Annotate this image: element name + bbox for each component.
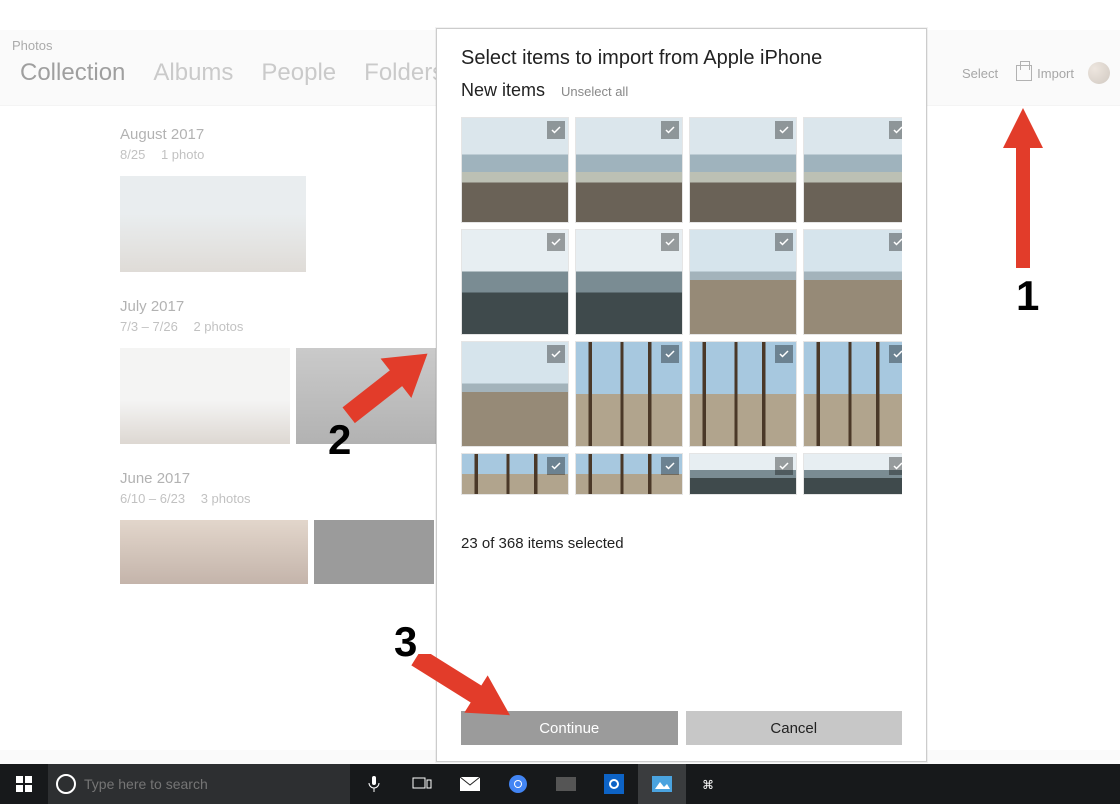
import-thumbnail[interactable]: [461, 117, 569, 223]
month-date-range: 8/25: [120, 147, 145, 162]
taskbar-app-photos[interactable]: [638, 764, 686, 804]
month-photo-count: 2 photos: [193, 319, 243, 334]
thumbnail-checkbox[interactable]: [775, 233, 793, 251]
month-photo-count: 3 photos: [201, 491, 251, 506]
annotation-arrow-1: [998, 108, 1048, 278]
annotation-arrow-3: [406, 654, 546, 754]
task-view-icon[interactable]: [398, 764, 446, 804]
import-thumbnail[interactable]: [461, 453, 569, 495]
import-grid: [461, 111, 902, 521]
annotation-number-2: 2: [328, 416, 351, 464]
windows-taskbar: ⌘: [0, 764, 1120, 804]
import-button-label: Import: [1037, 66, 1074, 81]
tab-collection[interactable]: Collection: [20, 59, 125, 87]
modal-title: Select items to import from Apple iPhone: [461, 47, 902, 70]
thumbnail-checkbox[interactable]: [889, 233, 902, 251]
import-button[interactable]: Import: [1016, 65, 1074, 81]
thumbnail-checkbox[interactable]: [547, 457, 565, 475]
cancel-button[interactable]: Cancel: [686, 711, 903, 745]
photo-thumbnail[interactable]: [120, 520, 308, 584]
month-photo-count: 1 photo: [161, 147, 204, 162]
import-thumbnail[interactable]: [689, 341, 797, 447]
import-thumbnail[interactable]: [575, 117, 683, 223]
annotation-number-3: 3: [394, 618, 417, 666]
thumbnail-checkbox[interactable]: [775, 345, 793, 363]
photo-thumbnail[interactable]: [120, 348, 290, 444]
import-icon: [1016, 65, 1032, 81]
tab-folders[interactable]: Folders: [364, 59, 444, 87]
import-thumbnail[interactable]: [803, 453, 902, 495]
thumbnail-checkbox[interactable]: [661, 457, 679, 475]
thumbnail-checkbox[interactable]: [775, 121, 793, 139]
svg-text:⌘: ⌘: [702, 778, 714, 792]
import-thumbnail[interactable]: [689, 229, 797, 335]
month-date-range: 6/10 – 6/23: [120, 491, 185, 506]
modal-subtitle: New items: [461, 80, 545, 101]
unselect-all-link[interactable]: Unselect all: [561, 84, 628, 99]
annotation-number-1: 1: [1016, 272, 1039, 320]
import-thumbnail[interactable]: [689, 117, 797, 223]
thumbnail-checkbox[interactable]: [661, 345, 679, 363]
thumbnail-checkbox[interactable]: [889, 457, 902, 475]
start-button[interactable]: [0, 764, 48, 804]
photo-thumbnail[interactable]: [314, 520, 434, 584]
import-thumbnail[interactable]: [803, 229, 902, 335]
select-button[interactable]: Select: [962, 66, 998, 81]
search-input[interactable]: [84, 776, 342, 792]
microphone-icon[interactable]: [350, 764, 398, 804]
import-thumbnail[interactable]: [575, 453, 683, 495]
tab-albums[interactable]: Albums: [153, 59, 233, 87]
taskbar-app-chrome[interactable]: [494, 764, 542, 804]
annotation-arrow-2: [340, 320, 480, 450]
import-thumbnail[interactable]: [575, 341, 683, 447]
thumbnail-checkbox[interactable]: [547, 345, 565, 363]
import-thumbnail[interactable]: [689, 453, 797, 495]
select-button-label: Select: [962, 66, 998, 81]
taskbar-app-settings[interactable]: [590, 764, 638, 804]
user-avatar[interactable]: [1088, 62, 1110, 84]
taskbar-search[interactable]: [48, 764, 350, 804]
taskbar-app-generic[interactable]: [542, 764, 590, 804]
import-modal: Select items to import from Apple iPhone…: [436, 28, 927, 762]
thumbnail-checkbox[interactable]: [889, 121, 902, 139]
thumbnail-checkbox[interactable]: [547, 121, 565, 139]
selected-count-text: 23 of 368 items selected: [461, 535, 902, 552]
import-thumbnail[interactable]: [803, 341, 902, 447]
taskbar-app-mail[interactable]: [446, 764, 494, 804]
thumbnail-checkbox[interactable]: [661, 233, 679, 251]
month-date-range: 7/3 – 7/26: [120, 319, 178, 334]
photo-thumbnail[interactable]: [120, 176, 306, 272]
import-thumbnail[interactable]: [803, 117, 902, 223]
cortana-icon: [56, 774, 76, 794]
import-thumbnail[interactable]: [575, 229, 683, 335]
thumbnail-checkbox[interactable]: [661, 121, 679, 139]
thumbnail-checkbox[interactable]: [547, 233, 565, 251]
thumbnail-checkbox[interactable]: [889, 345, 902, 363]
tab-people[interactable]: People: [261, 59, 336, 87]
thumbnail-checkbox[interactable]: [775, 457, 793, 475]
taskbar-app-generic-2[interactable]: ⌘: [686, 764, 734, 804]
